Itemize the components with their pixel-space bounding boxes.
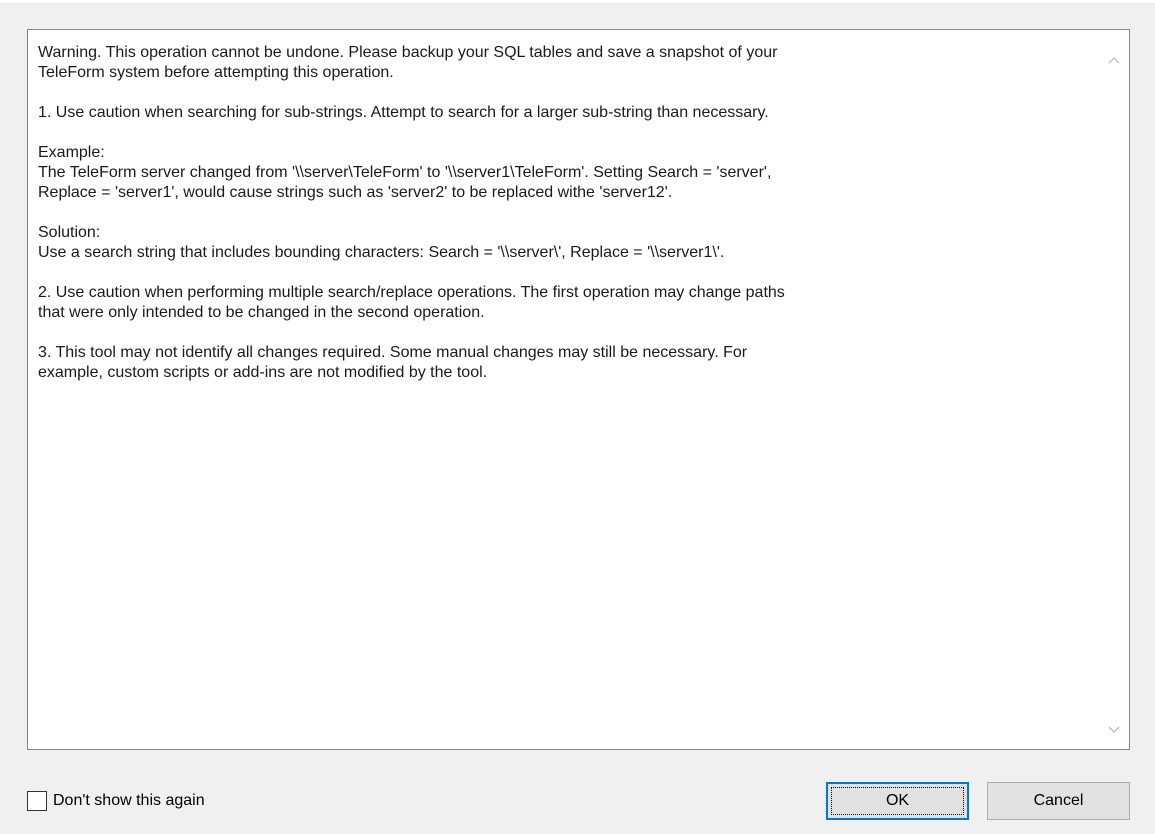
solution-paragraph: Solution: Use a search string that inclu…: [38, 224, 725, 261]
scroll-up-button[interactable]: [1099, 45, 1129, 75]
dont-show-again-option[interactable]: Don't show this again: [27, 791, 205, 811]
scroll-down-button[interactable]: [1099, 715, 1129, 745]
warning-message-box[interactable]: Warning. This operation cannot be undone…: [27, 29, 1130, 750]
example-paragraph: Example: The TeleForm server changed fro…: [38, 144, 772, 201]
manual-changes-paragraph: 3. This tool may not identify all change…: [38, 344, 748, 381]
dialog-top-edge: [0, 0, 1155, 3]
caution-substrings-paragraph: 1. Use caution when searching for sub-st…: [38, 104, 769, 121]
warning-message-text: Warning. This operation cannot be undone…: [28, 30, 1099, 749]
cancel-button[interactable]: Cancel: [987, 782, 1130, 820]
ok-button[interactable]: OK: [826, 782, 969, 820]
vertical-scrollbar[interactable]: [1099, 30, 1129, 749]
ok-button-label: OK: [831, 787, 964, 815]
caution-multiple-paragraph: 2. Use caution when performing multiple …: [38, 284, 785, 321]
chevron-down-icon: [1108, 726, 1120, 734]
warning-paragraph: Warning. This operation cannot be undone…: [38, 44, 778, 81]
dont-show-again-label[interactable]: Don't show this again: [53, 792, 205, 810]
dont-show-again-checkbox[interactable]: [27, 791, 47, 811]
chevron-up-icon: [1108, 56, 1120, 64]
